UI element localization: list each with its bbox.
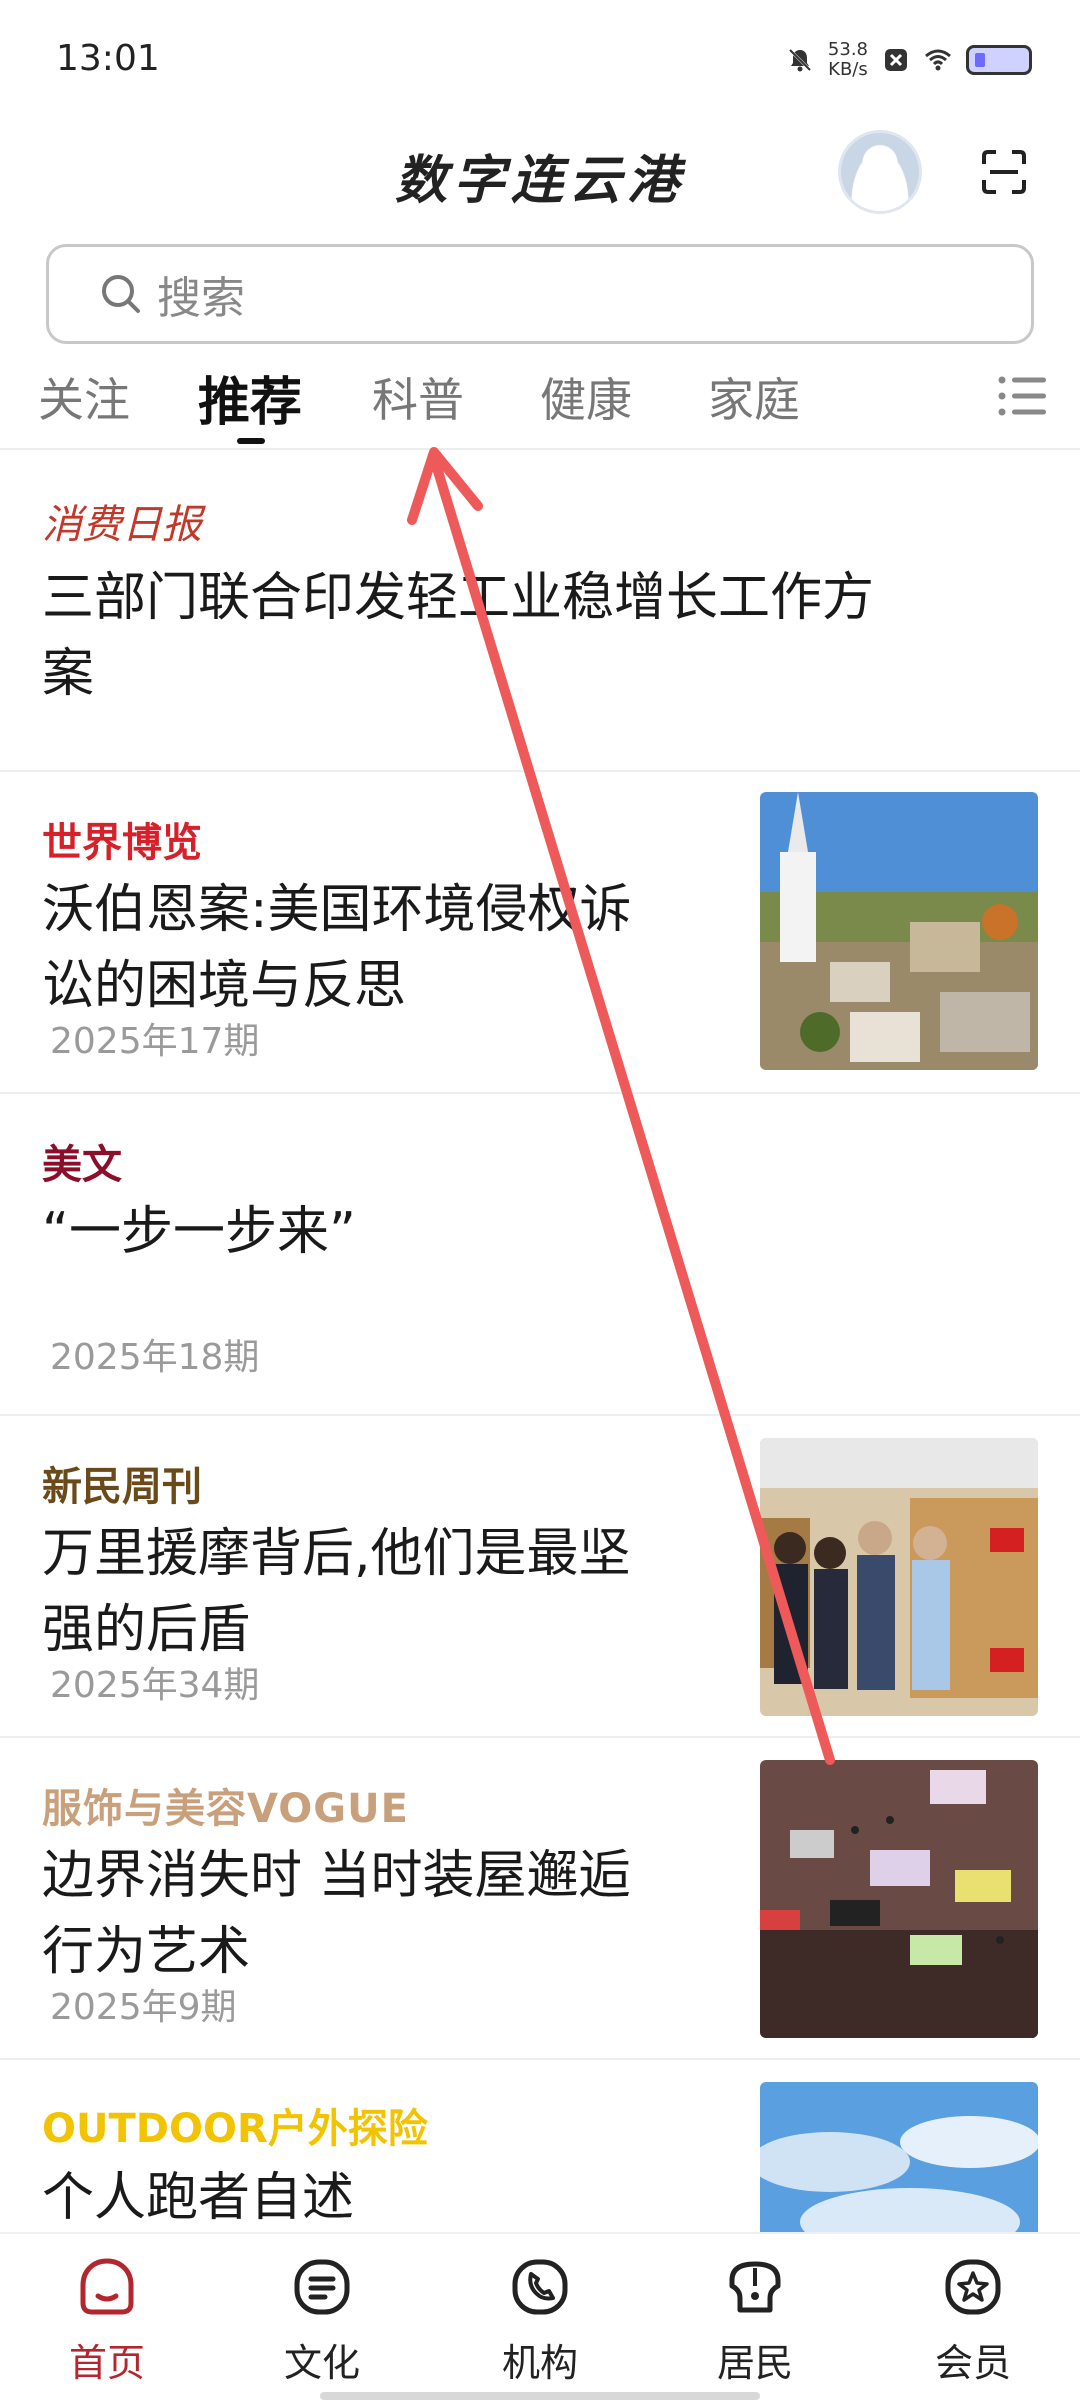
top-header: 数字连云港: [0, 110, 1080, 240]
article-title-line: “一步一步来”: [42, 1202, 356, 1262]
nav-member[interactable]: 会员: [898, 2256, 1048, 2387]
article-thumbnail: [760, 1760, 1038, 2038]
article-issue: 2025年34期: [50, 1665, 260, 1706]
article-source: 消费日报: [42, 502, 202, 548]
nav-culture-label: 文化: [283, 2341, 360, 2385]
active-tab-indicator: [237, 438, 265, 444]
tab-science[interactable]: 科普: [372, 364, 464, 430]
net-speed-unit: KB/s: [828, 59, 868, 80]
article-title-line: 案: [42, 644, 95, 704]
wifi-icon: [925, 49, 951, 71]
article-issue: 2025年18期: [50, 1337, 260, 1378]
battery-icon: [966, 45, 1032, 75]
nav-home[interactable]: 首页: [32, 2256, 182, 2387]
article-title-line: 万里援摩背后,他们是最坚: [42, 1524, 631, 1584]
net-speed: 53.8 KB/s: [828, 40, 868, 80]
article-title: 沃伯恩案:美国环境侵权诉 讼的困境与反思: [42, 872, 632, 1024]
article-thumbnail: [760, 792, 1038, 1070]
status-bar: 13:01 53.8 KB/s: [0, 0, 1080, 110]
category-tabs: 关注 推荐 科普 健康 家庭: [0, 350, 1080, 450]
article-title-line: 沃伯恩案:美国环境侵权诉: [42, 880, 632, 940]
tab-follow[interactable]: 关注: [38, 364, 130, 430]
tab-health[interactable]: 健康: [540, 364, 632, 430]
search-icon: [102, 275, 140, 313]
home-indicator[interactable]: [320, 2392, 760, 2400]
article-title-line: 边界消失时 当时装屋邂逅: [42, 1846, 631, 1906]
article-source: 新民周刊: [42, 1463, 202, 1510]
nav-residents-label: 居民: [716, 2341, 793, 2385]
nav-institution[interactable]: 机构: [465, 2256, 615, 2387]
article-thumbnail: [760, 1438, 1038, 1716]
article-item[interactable]: 新民周刊 万里援摩背后,他们是最坚 强的后盾 2025年34期: [0, 1416, 1080, 1738]
nav-member-label: 会员: [934, 2341, 1011, 2385]
document-icon: [294, 2259, 350, 2315]
member-star-icon: [945, 2259, 1001, 2315]
article-item[interactable]: 美文 “一步一步来” 2025年18期: [0, 1094, 1080, 1416]
article-title: “一步一步来”: [42, 1194, 356, 1270]
tab-recommended[interactable]: 推荐: [198, 360, 302, 435]
status-time: 13:01: [56, 38, 160, 79]
nav-residents[interactable]: 居民: [680, 2256, 830, 2387]
user-avatar[interactable]: [838, 130, 922, 214]
bottom-nav: 首页 文化 机构 居民 会员: [0, 2232, 1080, 2408]
mute-bell-icon: [788, 48, 811, 72]
article-source: OUTDOOR户外探险: [42, 2106, 428, 2152]
app-screen: 13:01 53.8 KB/s 数字连云港 搜索 关注 推荐 科普 健康 家庭 …: [0, 0, 1080, 2408]
scan-icon[interactable]: [980, 148, 1028, 196]
tab-menu-icon[interactable]: [996, 372, 1048, 420]
status-icons: 53.8 KB/s: [786, 40, 1032, 80]
notification-close-icon: [885, 49, 907, 71]
search-bar[interactable]: 搜索: [46, 244, 1034, 344]
nav-institution-label: 机构: [501, 2341, 578, 2385]
article-title: 三部门联合印发轻工业稳增长工作方 案: [42, 560, 874, 712]
article-title: 万里援摩背后,他们是最坚 强的后盾: [42, 1516, 631, 1668]
residents-icon: [729, 2261, 781, 2313]
article-source: 服饰与美容VOGUE: [42, 1786, 409, 1832]
home-icon: [80, 2258, 134, 2315]
article-item[interactable]: 消费日报 三部门联合印发轻工业稳增长工作方 案: [0, 450, 1080, 772]
article-source: 世界博览: [42, 820, 202, 866]
article-title-line: 个人跑者自述: [42, 2168, 355, 2228]
net-speed-value: 53.8: [827, 39, 868, 60]
nav-home-label: 首页: [68, 2341, 145, 2385]
tab-family[interactable]: 家庭: [708, 364, 800, 430]
article-issue: 2025年9期: [50, 1987, 237, 2028]
article-issue: 2025年17期: [50, 1021, 260, 1062]
article-title-line: 三部门联合印发轻工业稳增长工作方: [42, 568, 875, 628]
article-source: 美文: [42, 1141, 122, 1188]
article-item[interactable]: 服饰与美容VOGUE 边界消失时 当时装屋邂逅 行为艺术 2025年9期: [0, 1738, 1080, 2060]
article-item[interactable]: 世界博览 沃伯恩案:美国环境侵权诉 讼的困境与反思 2025年17期: [0, 772, 1080, 1094]
search-placeholder: 搜索: [157, 273, 245, 324]
article-title: 边界消失时 当时装屋邂逅 行为艺术: [42, 1838, 631, 1990]
nav-culture[interactable]: 文化: [247, 2256, 397, 2387]
phone-icon: [512, 2259, 568, 2315]
article-title: 个人跑者自述: [42, 2160, 354, 2236]
